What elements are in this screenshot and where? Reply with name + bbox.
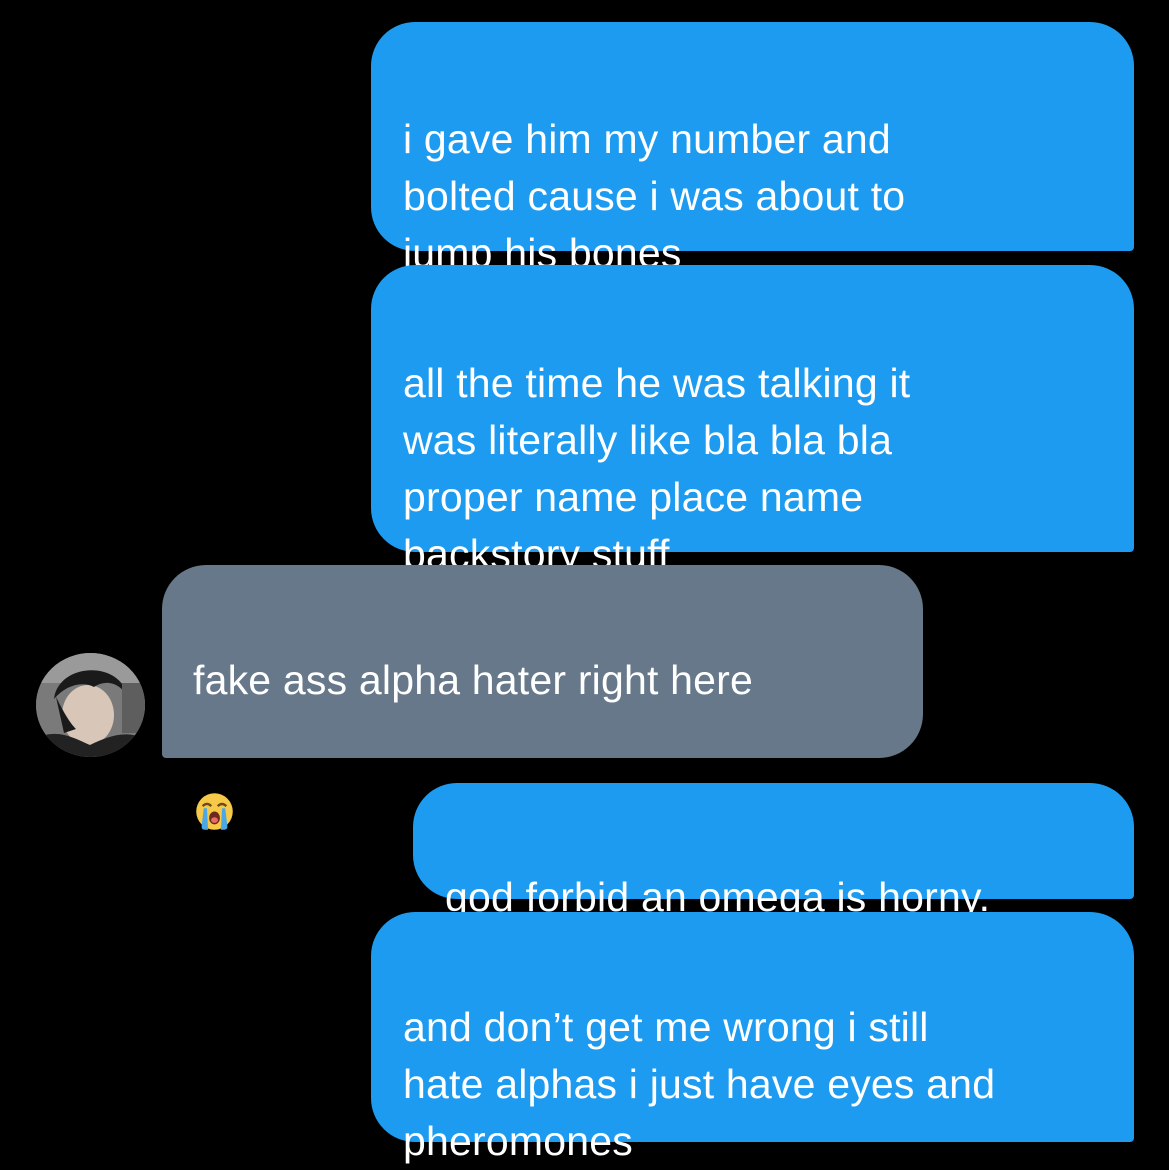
sent-message-bubble[interactable]: and don’t get me wrong i still hate alph… (371, 912, 1134, 1164)
received-message-avatar[interactable] (36, 653, 145, 757)
sent-message-bubble[interactable]: god forbid an omega is horny. (413, 783, 1134, 920)
avatar-photo (36, 653, 145, 757)
message-text: and don’t get me wrong i still hate alph… (403, 1004, 996, 1164)
message-text: all the time he was talking it was liter… (403, 360, 911, 577)
sent-message-bubble[interactable]: all the time he was talking it was liter… (371, 265, 1134, 577)
received-message-bubble[interactable]: fake ass alpha hater right here (162, 565, 923, 830)
message-text: fake ass alpha hater right here (193, 657, 754, 703)
sent-message-bubble[interactable]: i gave him my number and bolted cause i … (371, 22, 1134, 276)
crying-loudly-emoji (196, 792, 233, 830)
message-text: i gave him my number and bolted cause i … (403, 116, 906, 276)
